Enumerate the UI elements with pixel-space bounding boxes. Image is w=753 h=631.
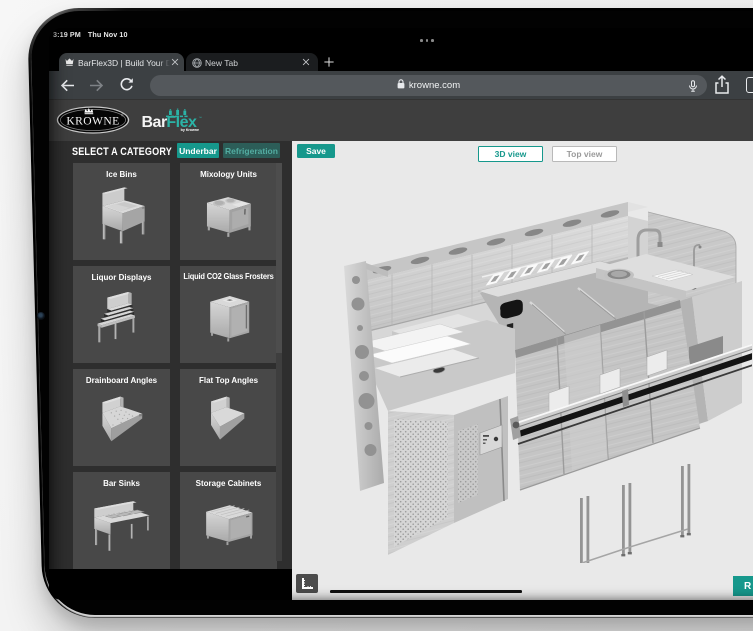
category-label: Ice Bins — [76, 169, 167, 179]
bar-sinks-image — [82, 489, 161, 554]
liquor-displays-image — [82, 283, 161, 348]
browser-toolbar: krowne.com — [49, 71, 753, 99]
scrollbar-thumb[interactable] — [276, 163, 282, 353]
mic-icon[interactable] — [687, 79, 699, 91]
tab-title: New Tab — [205, 58, 304, 68]
category-ice-bins[interactable]: Ice Bins — [73, 163, 170, 260]
tab-close-icon[interactable] — [171, 58, 179, 66]
view-toggle: 3D view Top view — [478, 146, 617, 162]
category-mixology-units[interactable]: Mixology Units — [180, 163, 277, 260]
new-tab-button[interactable] — [323, 55, 336, 68]
reload-icon[interactable] — [118, 77, 135, 94]
byline-text: by Krowne — [181, 128, 199, 132]
multitask-dots-icon — [420, 39, 436, 42]
bar-3d-model[interactable] — [332, 183, 752, 563]
tab-switcher-icon[interactable] — [746, 77, 753, 93]
sidebar-tabs: Underbar Refrigeration — [177, 143, 280, 158]
back-icon[interactable] — [59, 77, 76, 94]
front-camera — [37, 312, 45, 320]
category-label: Storage Cabinets — [183, 478, 274, 488]
category-drainboard-angles[interactable]: Drainboard Angles — [73, 369, 170, 466]
crown-favicon-icon — [65, 58, 74, 68]
tab-strip: BarFlex3D | Build Your D New Tab — [49, 48, 753, 71]
category-label: Mixology Units — [183, 169, 274, 179]
category-liquor-displays[interactable]: Liquor Displays — [73, 266, 170, 363]
sidebar-scrollbar[interactable] — [276, 163, 282, 561]
page-content: SELECT A CATEGORY Underbar Refrigeration… — [49, 141, 753, 600]
category-label: Liquor Displays — [76, 272, 167, 282]
tab-new-tab[interactable]: New Tab — [186, 53, 318, 71]
category-label: Liquid CO2 Glass Frosters — [183, 272, 274, 281]
status-bar: 3:19 PM Thu Nov 10 — [49, 28, 753, 48]
lock-icon — [397, 79, 405, 92]
trademark-mark: ™ — [199, 116, 202, 120]
category-storage-cabinets[interactable]: Storage Cabinets — [180, 472, 277, 569]
category-glass-frosters[interactable]: Liquid CO2 Glass Frosters — [180, 266, 277, 363]
tab-title: BarFlex3D | Build Your D — [78, 58, 170, 68]
tab-underbar[interactable]: Underbar — [177, 143, 219, 158]
category-label: Bar Sinks — [76, 478, 167, 488]
category-label: Drainboard Angles — [76, 375, 167, 385]
forward-icon[interactable] — [88, 77, 105, 94]
krowne-logo: KROWNE ® — [56, 105, 130, 140]
category-flat-top-angles[interactable]: Flat Top Angles — [180, 369, 277, 466]
glass-frosters-image — [189, 283, 268, 348]
scale-bar — [330, 590, 522, 593]
sidebar-title: SELECT A CATEGORY — [72, 146, 172, 158]
flat-top-angles-image — [189, 386, 268, 451]
globe-favicon-icon — [192, 58, 202, 70]
view-3d-button[interactable]: 3D view — [478, 146, 543, 162]
wordmark-bar-text: Bar — [142, 114, 167, 131]
drainboard-angles-image — [82, 386, 161, 451]
krowne-brand-text: KROWNE — [66, 114, 119, 127]
category-bar-sinks[interactable]: Bar Sinks — [73, 472, 170, 569]
view-top-button[interactable]: Top view — [552, 146, 617, 162]
status-time: 3:19 PM — [53, 30, 81, 39]
site-header: KROWNE ® Bar Flex ™ by Krowne — [49, 99, 753, 141]
screen: 3:19 PM Thu Nov 10 BarFlex3D | Build Your… — [49, 28, 753, 600]
tab-refrigeration[interactable]: Refrigeration — [223, 143, 280, 158]
address-bar[interactable]: krowne.com — [150, 75, 707, 96]
dimension-tool-button[interactable] — [296, 574, 318, 593]
ice-bins-image — [82, 180, 161, 245]
share-icon[interactable] — [712, 75, 732, 95]
design-canvas[interactable]: Save 3D view Top view — [292, 141, 753, 600]
tab-close-icon[interactable] — [302, 58, 310, 66]
category-sidebar: SELECT A CATEGORY Underbar Refrigeration… — [49, 141, 292, 569]
mixology-units-image — [189, 180, 268, 245]
storage-cabinets-image — [189, 489, 268, 554]
address-text: krowne.com — [409, 80, 460, 91]
request-button[interactable]: R — [733, 576, 753, 596]
barflex-logo: Bar Flex ™ by Krowne — [142, 108, 202, 132]
status-clock: 3:19 PM Thu Nov 10 — [53, 30, 128, 39]
status-date: Thu Nov 10 — [88, 30, 128, 39]
tab-barflex3d[interactable]: BarFlex3D | Build Your D — [59, 53, 184, 71]
category-label: Flat Top Angles — [183, 375, 274, 385]
save-button[interactable]: Save — [297, 144, 335, 158]
